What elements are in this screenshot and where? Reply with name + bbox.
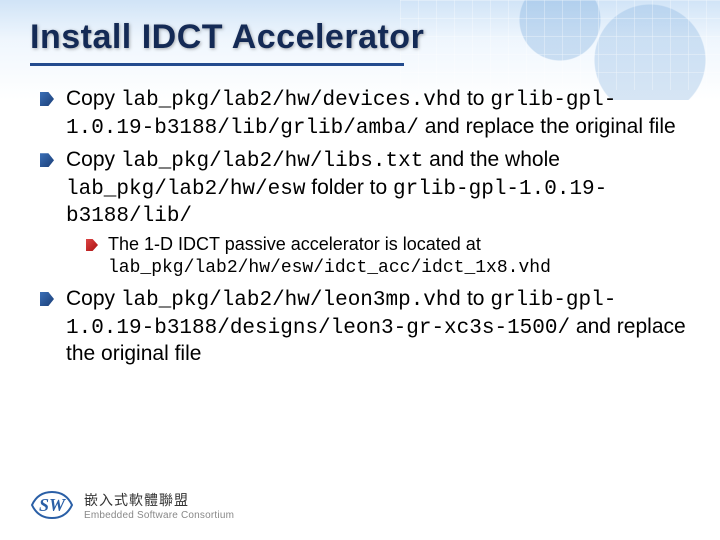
text: and replace the original file bbox=[419, 115, 676, 138]
code-path: lab_pkg/lab2/hw/esw bbox=[66, 178, 305, 201]
text: The 1-D IDCT passive accelerator is loca… bbox=[108, 234, 481, 254]
text: Copy bbox=[66, 87, 121, 110]
logo-text-cn: 嵌入式軟體聯盟 bbox=[84, 490, 234, 510]
text: Copy bbox=[66, 148, 121, 171]
slide: Install IDCT Accelerator Copy lab_pkg/la… bbox=[0, 0, 720, 540]
logo-text: 嵌入式軟體聯盟 Embedded Software Consortium bbox=[84, 490, 234, 521]
page-title: Install IDCT Accelerator bbox=[30, 18, 690, 57]
code-path: lab_pkg/lab2/hw/libs.txt bbox=[121, 150, 423, 173]
logo-icon: SW bbox=[30, 488, 74, 522]
text: to bbox=[461, 287, 490, 310]
text: folder to bbox=[305, 176, 393, 199]
list-item: Copy lab_pkg/lab2/hw/devices.vhd to grli… bbox=[38, 86, 690, 141]
text: and the whole bbox=[423, 148, 560, 171]
sub-bullet-list: The 1-D IDCT passive accelerator is loca… bbox=[66, 234, 690, 280]
svg-text:SW: SW bbox=[39, 495, 67, 515]
list-item: Copy lab_pkg/lab2/hw/libs.txt and the wh… bbox=[38, 147, 690, 280]
text: Copy bbox=[66, 287, 121, 310]
logo-text-en: Embedded Software Consortium bbox=[84, 510, 234, 521]
code-path: lab_pkg/lab2/hw/leon3mp.vhd bbox=[121, 289, 461, 312]
text: to bbox=[461, 87, 490, 110]
list-item: Copy lab_pkg/lab2/hw/leon3mp.vhd to grli… bbox=[38, 286, 690, 367]
footer: SW 嵌入式軟體聯盟 Embedded Software Consortium bbox=[30, 488, 234, 522]
list-item: The 1-D IDCT passive accelerator is loca… bbox=[84, 234, 690, 280]
code-path: lab_pkg/lab2/hw/devices.vhd bbox=[121, 89, 461, 112]
title-underline bbox=[30, 63, 404, 66]
code-path: lab_pkg/lab2/hw/esw/idct_acc/idct_1x8.vh… bbox=[108, 258, 551, 278]
bullet-list: Copy lab_pkg/lab2/hw/devices.vhd to grli… bbox=[30, 86, 690, 367]
